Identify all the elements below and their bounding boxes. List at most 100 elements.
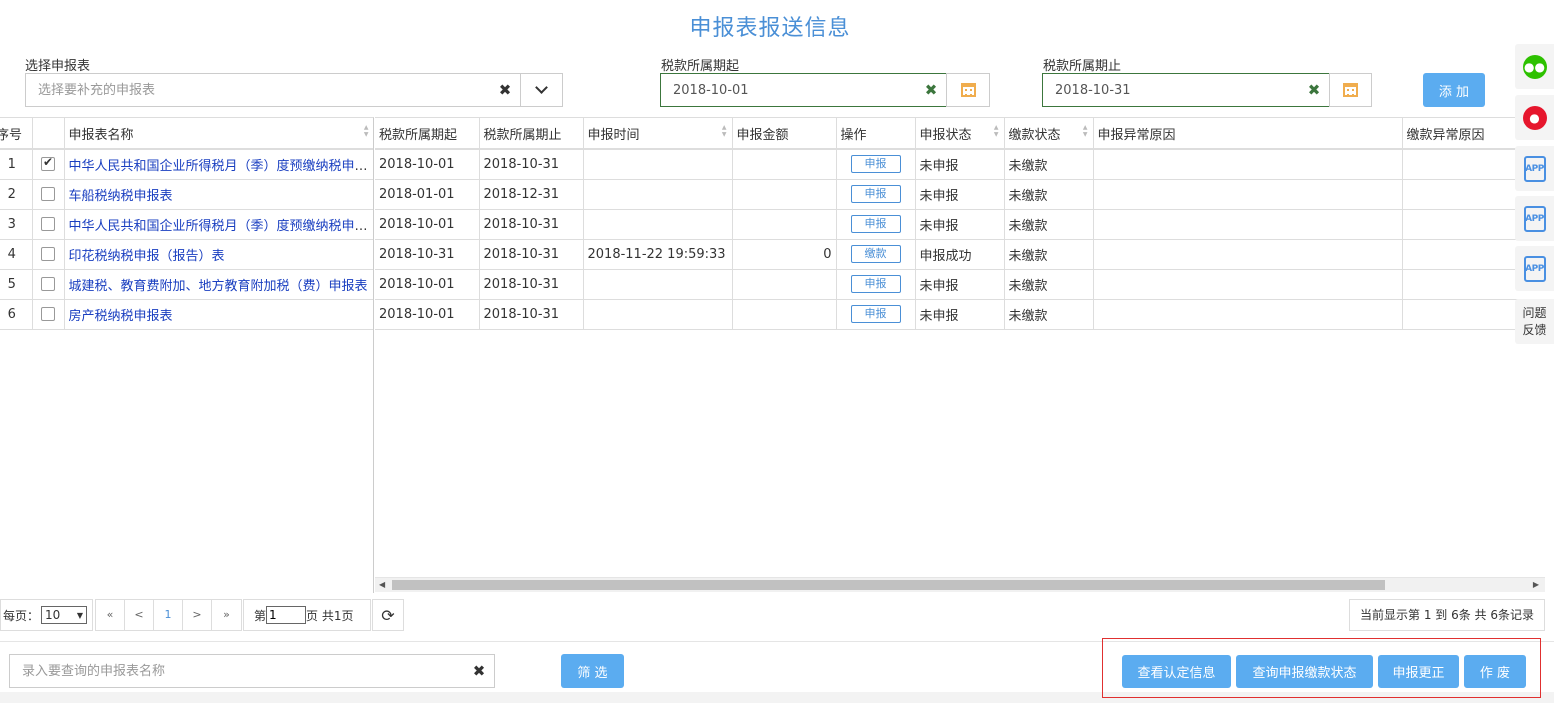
prev-page-link[interactable]: < xyxy=(125,600,154,630)
declaration-name-link[interactable]: 车船税纳税申报表 xyxy=(69,189,173,204)
next-page-link[interactable]: > xyxy=(183,600,212,630)
dropdown-toggle-button[interactable] xyxy=(520,73,563,107)
row-checkbox-cell[interactable] xyxy=(32,239,65,270)
clear-search-icon[interactable]: ✖ xyxy=(464,662,494,680)
declare-button[interactable]: 申报 xyxy=(850,305,901,323)
table-row[interactable]: 2 车船税纳税申报表 xyxy=(0,179,373,210)
row-name-cell[interactable]: 中华人民共和国企业所得税月（季）度预缴纳税申报表 xyxy=(64,149,374,180)
select-form-label: 选择申报表 xyxy=(25,59,91,74)
row-checkbox-cell[interactable] xyxy=(32,299,65,330)
table-row[interactable]: 4 印花税纳税申报（报告）表 xyxy=(0,239,373,270)
clear-start-date-icon[interactable]: ✖ xyxy=(916,81,946,99)
app-button-2[interactable]: APP xyxy=(1515,196,1554,241)
select-form-input[interactable] xyxy=(26,74,490,106)
row-checkbox[interactable] xyxy=(41,187,55,201)
row-name-cell[interactable]: 中华人民共和国企业所得税月（季）度预缴纳税申报表 xyxy=(64,209,374,240)
row-seq: 3 xyxy=(0,209,33,240)
filter-button[interactable]: 筛 选 xyxy=(561,654,624,688)
app-button-1[interactable]: APP xyxy=(1515,146,1554,191)
table-row[interactable]: 2018-10-01 2018-10-31 申报 未申报 未缴款 xyxy=(375,149,1545,180)
refresh-button[interactable]: ⟳ xyxy=(372,599,404,631)
declare-button[interactable]: 申报 xyxy=(850,185,901,203)
declaration-name-link[interactable]: 印花税纳税申报（报告）表 xyxy=(69,249,225,264)
header-pay-status[interactable]: 缴款状态 xyxy=(1004,118,1094,150)
app-icon: APP xyxy=(1523,255,1546,282)
header-time[interactable]: 申报时间 xyxy=(583,118,733,150)
wechat-button[interactable]: ●● xyxy=(1515,44,1554,89)
app-button-3[interactable]: APP xyxy=(1515,246,1554,291)
header-decl-err: 申报异常原因 xyxy=(1093,118,1403,150)
cell-time xyxy=(583,149,733,180)
end-date-field[interactable]: ✖ xyxy=(1042,73,1330,107)
header-status[interactable]: 申报状态 xyxy=(915,118,1005,150)
header-start: 税款所属期起 xyxy=(375,118,480,150)
row-checkbox-cell[interactable] xyxy=(32,269,65,300)
clear-select-icon[interactable]: ✖ xyxy=(490,81,520,99)
cell-amount: 0 xyxy=(732,239,837,270)
declaration-name-link[interactable]: 中华人民共和国企业所得税月（季）度预缴纳税申报表 xyxy=(69,219,374,234)
page-number-input[interactable] xyxy=(266,606,307,624)
declare-button[interactable]: 申报 xyxy=(850,215,901,233)
select-form-field[interactable]: ✖ xyxy=(25,73,521,107)
declare-button[interactable]: 申报 xyxy=(850,155,901,174)
row-checkbox[interactable] xyxy=(41,247,55,261)
declaration-name-link[interactable]: 房产税纳税申报表 xyxy=(69,309,173,324)
feedback-button[interactable]: 问题 反馈 xyxy=(1515,299,1554,344)
row-checkbox[interactable] xyxy=(41,217,55,231)
search-input[interactable] xyxy=(10,655,464,687)
row-seq: 6 xyxy=(0,299,33,330)
row-name-cell[interactable]: 车船税纳税申报表 xyxy=(64,179,373,210)
row-checkbox-cell[interactable] xyxy=(32,209,65,240)
wechat-icon: ●● xyxy=(1522,54,1547,79)
start-date-input[interactable] xyxy=(661,74,916,106)
declaration-name-link[interactable]: 城建税、教育费附加、地方教育附加税（费）申报表 xyxy=(69,279,368,294)
void-button[interactable]: 作 废 xyxy=(1464,655,1526,688)
cell-op: 申报 xyxy=(836,179,916,210)
pay-button[interactable]: 缴款 xyxy=(850,245,901,263)
scroll-right-icon[interactable]: ▶ xyxy=(1533,580,1539,589)
end-date-input[interactable] xyxy=(1043,74,1299,106)
last-page-link[interactable]: » xyxy=(212,600,241,630)
end-date-calendar-button[interactable] xyxy=(1329,73,1372,107)
view-cert-button[interactable]: 查看认定信息 xyxy=(1122,655,1231,688)
row-checkbox-cell[interactable] xyxy=(32,149,65,180)
declaration-name-link[interactable]: 中华人民共和国企业所得税月（季）度预缴纳税申报表 xyxy=(69,159,374,174)
query-status-button[interactable]: 查询申报缴款状态 xyxy=(1236,655,1373,688)
table-row[interactable]: 1 中华人民共和国企业所得税月（季）度预缴纳税申报表 xyxy=(0,149,374,180)
row-checkbox[interactable] xyxy=(41,277,55,291)
current-page-link[interactable]: 1 xyxy=(154,600,183,630)
row-name-cell[interactable]: 房产税纳税申报表 xyxy=(64,299,373,330)
table-row[interactable]: 3 中华人民共和国企业所得税月（季）度预缴纳税申报表 xyxy=(0,209,374,240)
table-row[interactable]: 5 城建税、教育费附加、地方教育附加税（费）申报表 xyxy=(0,269,373,300)
clear-end-date-icon[interactable]: ✖ xyxy=(1299,81,1329,99)
declare-button[interactable]: 申报 xyxy=(850,275,901,293)
table-row[interactable]: 2018-10-01 2018-10-31 申报 未申报 未缴款 xyxy=(375,269,1545,300)
search-field[interactable]: ✖ xyxy=(9,654,495,688)
header-name[interactable]: 申报表名称 xyxy=(64,118,373,150)
row-seq: 5 xyxy=(0,269,33,300)
start-date-field[interactable]: ✖ xyxy=(660,73,947,107)
table-row[interactable]: 2018-10-01 2018-10-31 申报 未申报 未缴款 xyxy=(375,209,1545,240)
row-name-cell[interactable]: 城建税、教育费附加、地方教育附加税（费）申报表 xyxy=(64,269,373,300)
cell-time xyxy=(583,269,733,300)
scroll-left-icon[interactable]: ◀ xyxy=(379,580,385,589)
end-date-label: 税款所属期止 xyxy=(1043,59,1122,74)
per-page-select[interactable]: 10 ▼ xyxy=(41,606,88,624)
table-row[interactable]: 6 房产税纳税申报表 xyxy=(0,299,373,330)
table-row[interactable]: 2018-01-01 2018-12-31 申报 未申报 未缴款 xyxy=(375,179,1545,210)
scrollbar-thumb[interactable] xyxy=(392,580,1385,590)
horizontal-scrollbar[interactable]: ◀ ▶ xyxy=(375,577,1545,592)
table-row[interactable]: 2018-10-01 2018-10-31 申报 未申报 未缴款 xyxy=(375,299,1545,330)
row-checkbox-cell[interactable] xyxy=(32,179,65,210)
row-checkbox[interactable] xyxy=(41,155,55,172)
table-row[interactable]: 2018-10-31 2018-10-31 2018-11-22 19:59:33 0… xyxy=(375,239,1545,270)
cell-end: 2018-10-31 xyxy=(479,239,584,270)
weibo-button[interactable]: ● xyxy=(1515,95,1554,140)
row-checkbox[interactable] xyxy=(41,307,55,321)
first-page-link[interactable]: « xyxy=(96,600,125,630)
cell-status: 未申报 xyxy=(915,299,1005,330)
start-date-calendar-button[interactable] xyxy=(946,73,990,107)
row-name-cell[interactable]: 印花税纳税申报（报告）表 xyxy=(64,239,373,270)
add-button[interactable]: 添 加 xyxy=(1423,73,1485,107)
correct-declaration-button[interactable]: 申报更正 xyxy=(1378,655,1459,688)
